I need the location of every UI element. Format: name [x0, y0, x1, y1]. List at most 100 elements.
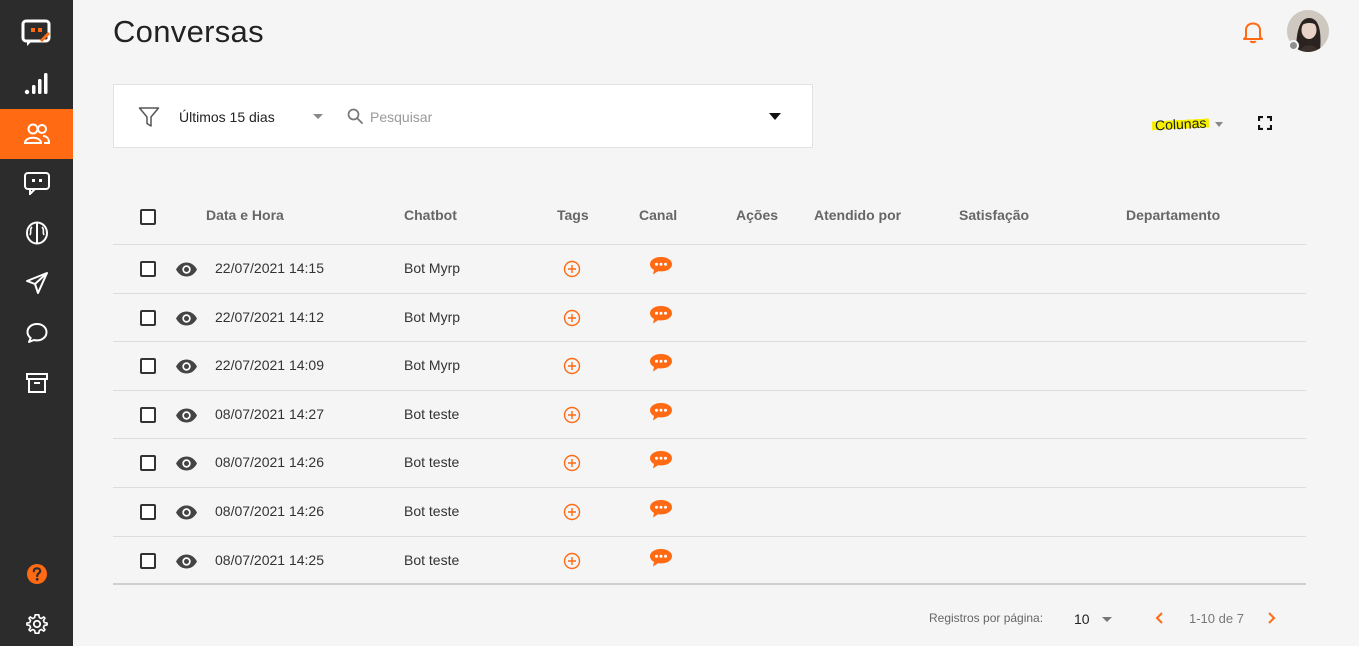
select-all-checkbox[interactable] — [140, 209, 156, 225]
sidebar-item-users[interactable] — [0, 109, 73, 159]
row-chatbot: Bot Myrp — [404, 357, 461, 374]
column-header-canal[interactable]: Canal — [639, 207, 677, 223]
eye-icon[interactable] — [175, 505, 198, 520]
table-header: Data e Hora Chatbot Tags Canal Ações Ate… — [113, 190, 1306, 245]
table-row[interactable]: 08/07/2021 14:26 Bot teste — [113, 488, 1306, 537]
eye-icon[interactable] — [175, 262, 198, 277]
row-date: 22/07/2021 14:12 — [215, 308, 324, 325]
archive-icon — [25, 373, 48, 393]
eye-icon[interactable] — [175, 311, 198, 326]
row-chatbot: Bot Myrp — [404, 308, 461, 325]
period-select-value: Últimos 15 dias — [179, 109, 275, 125]
chat-channel-icon — [650, 257, 672, 275]
filter-icon[interactable] — [138, 106, 160, 128]
row-date: 08/07/2021 14:26 — [215, 454, 324, 471]
pagination-range: 1-10 de 7 — [1189, 611, 1244, 626]
row-checkbox[interactable] — [140, 358, 156, 375]
chevron-right-icon[interactable] — [1266, 612, 1276, 624]
page-title: Conversas — [113, 14, 264, 49]
add-tag-icon[interactable] — [563, 552, 581, 570]
sidebar-item-analytics[interactable] — [0, 59, 73, 109]
column-header-atendido[interactable]: Atendido por — [814, 207, 901, 223]
chevron-left-icon[interactable] — [1155, 612, 1165, 624]
eye-icon[interactable] — [175, 408, 198, 423]
chatbot-icon — [23, 172, 50, 195]
row-chatbot: Bot teste — [404, 551, 460, 568]
chat-channel-icon — [650, 499, 672, 518]
row-checkbox[interactable] — [140, 552, 156, 569]
brain-icon — [25, 221, 48, 245]
pagination: Registros por página: 10 1-10 de 7 — [0, 608, 1359, 630]
filter-bar: Últimos 15 dias — [113, 84, 813, 148]
row-date: 08/07/2021 14:25 — [215, 551, 324, 568]
logo-button[interactable] — [0, 8, 73, 58]
row-chatbot: Bot Myrp — [404, 260, 461, 276]
period-select[interactable]: Últimos 15 dias — [179, 105, 329, 129]
users-icon — [23, 123, 50, 144]
table-row[interactable]: 22/07/2021 14:12 Bot Myrp — [113, 294, 1306, 343]
rows-per-page-value: 10 — [1074, 611, 1090, 627]
chat-channel-icon — [650, 548, 672, 567]
row-checkbox[interactable] — [140, 309, 156, 326]
row-checkbox[interactable] — [140, 503, 156, 520]
add-tag-icon[interactable] — [563, 357, 581, 375]
sidebar-item-chat[interactable] — [0, 308, 73, 358]
row-checkbox[interactable] — [140, 406, 156, 423]
sidebar-item-send[interactable] — [0, 258, 73, 308]
analytics-icon — [24, 73, 47, 95]
rows-per-page-select[interactable]: 10 — [1074, 608, 1112, 630]
sidebar-item-help[interactable] — [0, 549, 73, 599]
eye-icon[interactable] — [175, 456, 198, 471]
chevron-down-icon — [1101, 616, 1112, 622]
table-row[interactable]: 22/07/2021 14:09 Bot Myrp — [113, 342, 1306, 391]
table-row[interactable]: 08/07/2021 14:25 Bot teste — [113, 537, 1306, 586]
row-chatbot: Bot teste — [404, 454, 460, 471]
row-chatbot: Bot teste — [404, 502, 460, 519]
eye-icon[interactable] — [175, 554, 198, 569]
bell-icon — [1243, 22, 1263, 44]
chevron-down-icon — [1215, 121, 1224, 127]
chat-bubble-icon — [26, 323, 47, 343]
column-header-satisfacao[interactable]: Satisfação — [959, 207, 1029, 223]
row-date: 22/07/2021 14:09 — [215, 357, 324, 374]
fullscreen-icon[interactable] — [1258, 116, 1272, 130]
row-checkbox[interactable] — [140, 261, 156, 277]
columns-label: Colunas — [1151, 114, 1210, 134]
add-tag-icon[interactable] — [563, 454, 581, 472]
row-date: 08/07/2021 14:26 — [215, 502, 324, 519]
row-checkbox[interactable] — [140, 455, 156, 472]
sidebar-item-archive[interactable] — [0, 358, 73, 408]
table-row[interactable]: 08/07/2021 14:26 Bot teste — [113, 439, 1306, 488]
column-header-acoes[interactable]: Ações — [736, 207, 778, 223]
search-input[interactable] — [370, 103, 750, 131]
notifications-button[interactable] — [1242, 20, 1264, 44]
chat-channel-icon — [650, 354, 672, 372]
add-tag-icon[interactable] — [563, 260, 581, 278]
row-date: 08/07/2021 14:27 — [215, 405, 324, 422]
row-chatbot: Bot teste — [404, 405, 460, 422]
chat-channel-icon — [650, 305, 672, 324]
eye-icon[interactable] — [175, 359, 198, 374]
table-row[interactable]: 22/07/2021 14:15 Bot Myrp — [113, 245, 1306, 294]
add-tag-icon[interactable] — [563, 406, 581, 424]
sidebar-item-brain[interactable] — [0, 208, 73, 258]
status-indicator — [1288, 40, 1299, 51]
sidebar — [0, 0, 73, 646]
column-header-departamento[interactable]: Departamento — [1126, 207, 1220, 223]
sidebar-item-chatbot[interactable] — [0, 158, 73, 208]
column-header-tags[interactable]: Tags — [557, 207, 589, 223]
advanced-search-caret-icon[interactable] — [769, 113, 781, 120]
search-icon — [347, 108, 363, 124]
row-date: 22/07/2021 14:15 — [215, 260, 324, 276]
logo-icon — [21, 19, 50, 46]
table-row[interactable]: 08/07/2021 14:27 Bot teste — [113, 391, 1306, 440]
columns-button[interactable]: Colunas — [1151, 112, 1224, 136]
add-tag-icon[interactable] — [563, 309, 581, 327]
add-tag-icon[interactable] — [563, 503, 581, 521]
chat-channel-icon — [650, 451, 672, 469]
rows-per-page-label: Registros por página: — [929, 611, 1044, 625]
help-icon — [26, 564, 47, 584]
column-header-date[interactable]: Data e Hora — [206, 207, 284, 223]
column-header-chatbot[interactable]: Chatbot — [404, 207, 457, 223]
send-icon — [25, 272, 48, 294]
